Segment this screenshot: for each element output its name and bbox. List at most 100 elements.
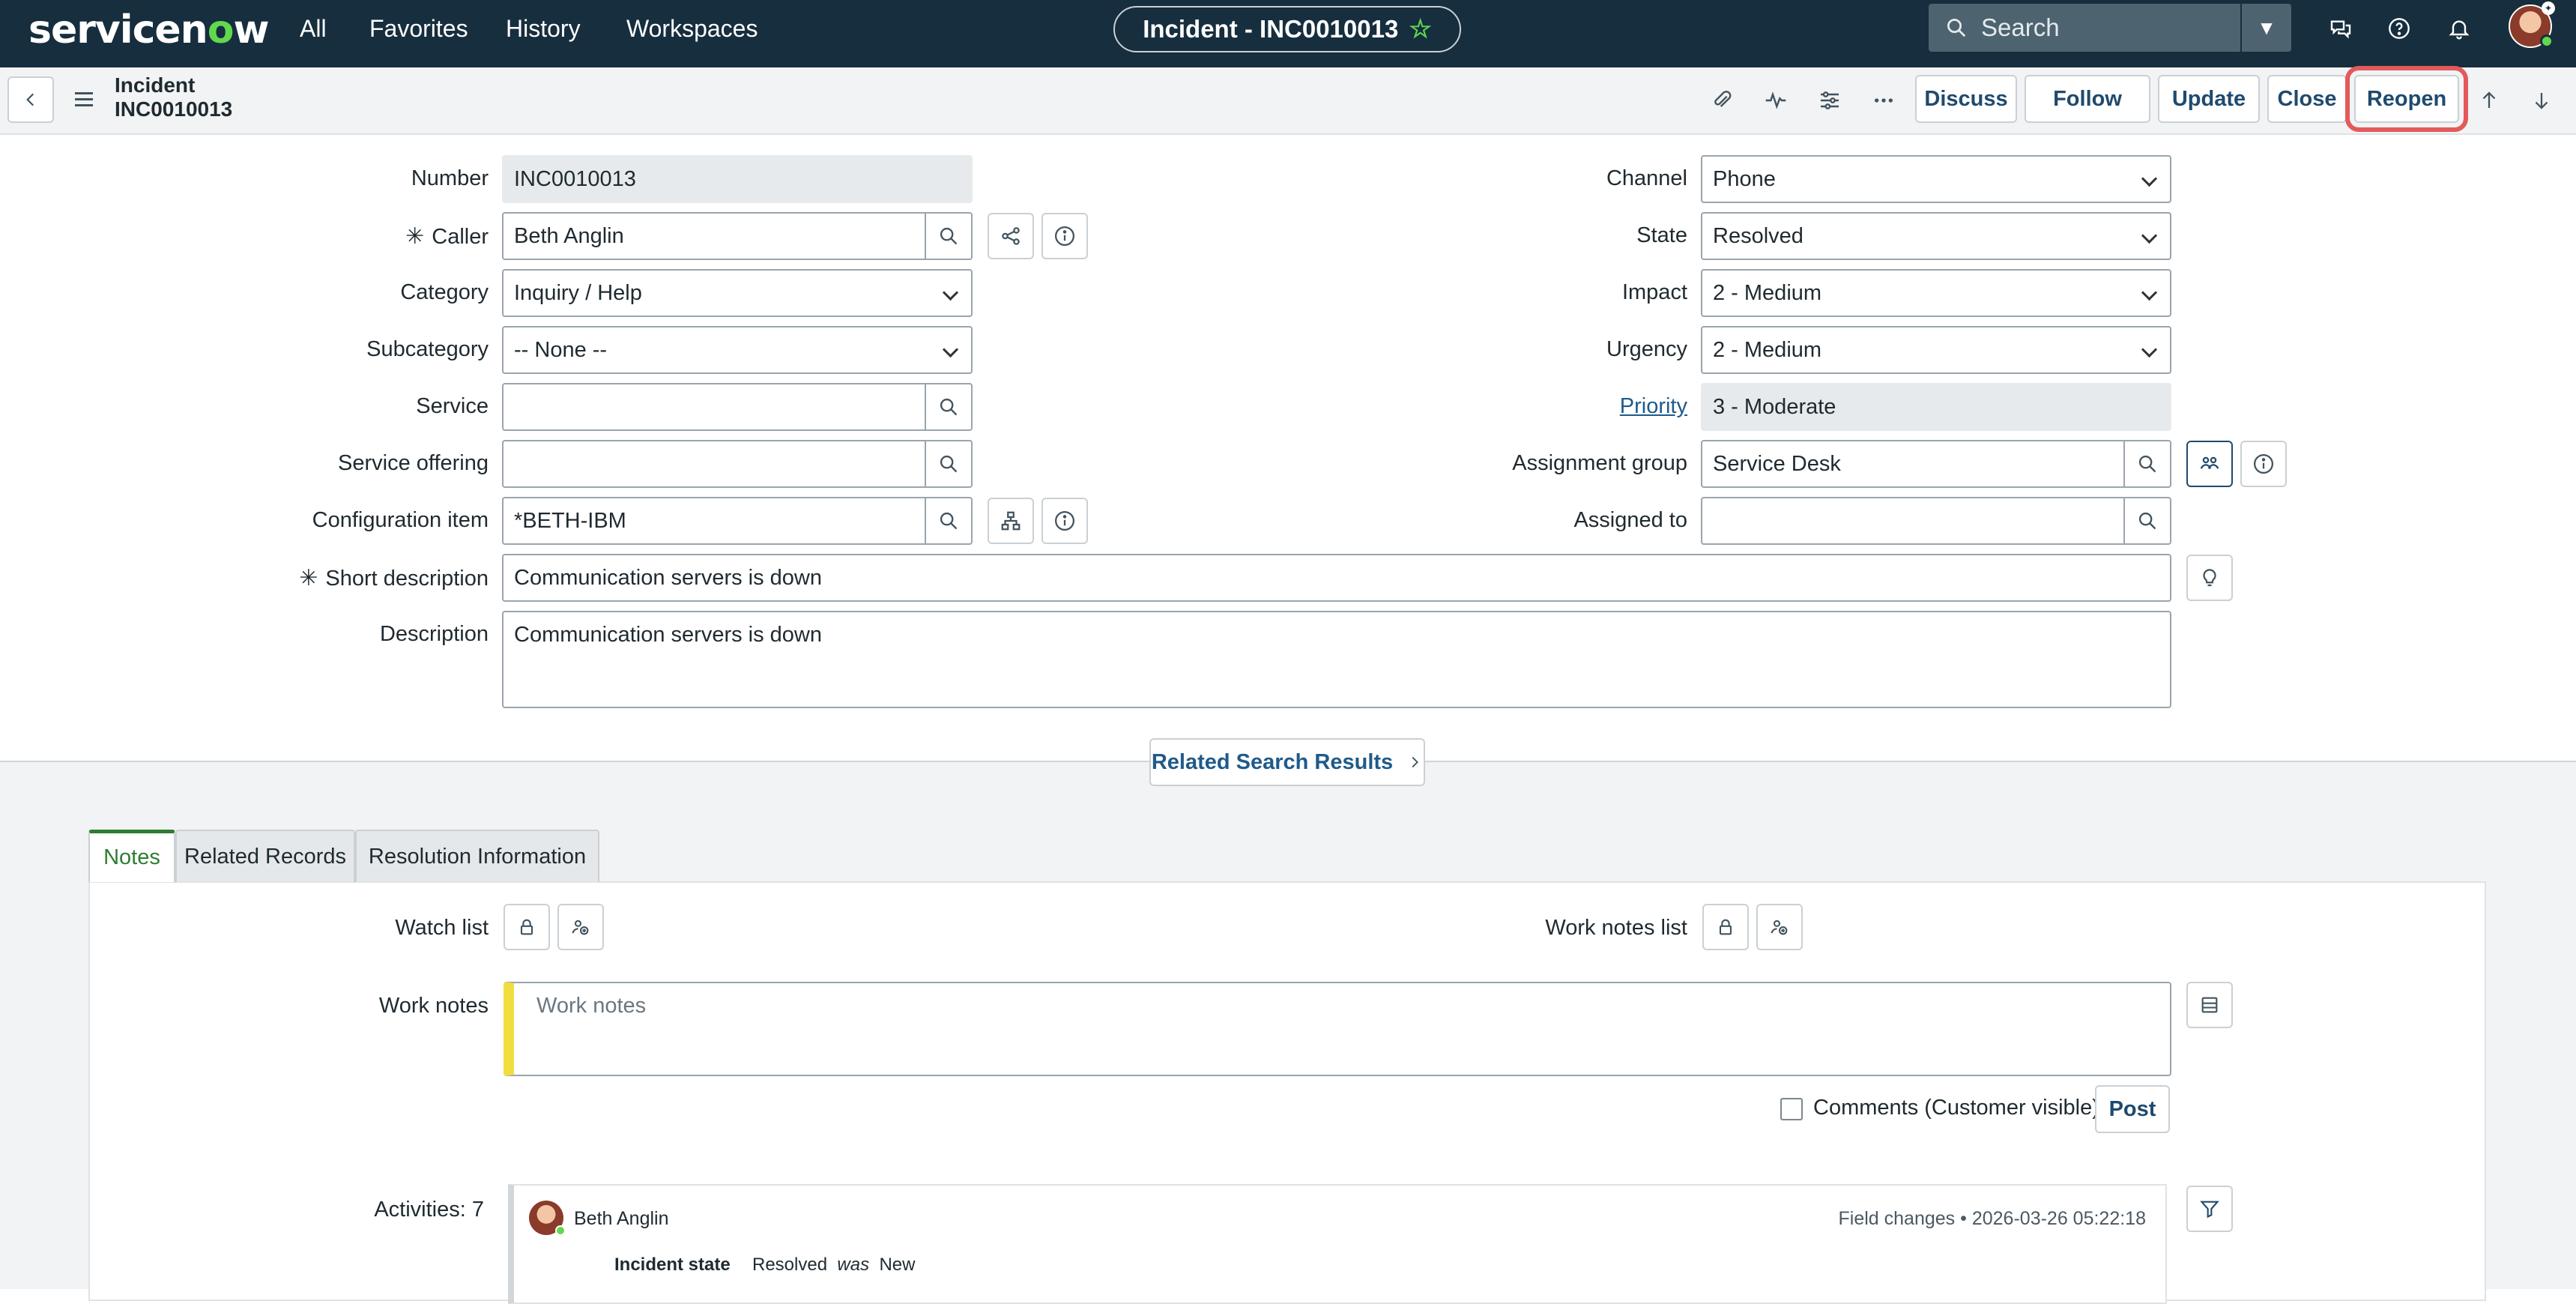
- channel-label: Channel: [1606, 166, 1687, 190]
- watch-list-label: Watch list: [395, 916, 489, 940]
- short-description-field[interactable]: Communication servers is down: [502, 554, 2171, 602]
- post-button[interactable]: Post: [2095, 1085, 2170, 1133]
- help-icon[interactable]: [2384, 13, 2414, 43]
- chevron-left-icon: [26, 93, 34, 106]
- activity-stream-icon[interactable]: [1758, 82, 1794, 118]
- search-scope-dropdown[interactable]: ▼: [2242, 4, 2291, 52]
- work-notes-list-add-me-icon[interactable]: [1756, 904, 1803, 950]
- nav-history[interactable]: History: [506, 15, 581, 43]
- description-label: Description: [379, 622, 489, 646]
- form-header: Incident INC0010013 Discuss Follow Update…: [0, 66, 2576, 135]
- related-search-results-button[interactable]: Related Search Results: [1149, 738, 1425, 786]
- favorite-star-icon[interactable]: ☆: [1409, 14, 1431, 44]
- caller-field[interactable]: Beth Anglin: [502, 212, 926, 260]
- subcategory-label: Subcategory: [366, 337, 489, 361]
- service-offering-field[interactable]: [502, 440, 926, 488]
- watch-list-add-me-icon[interactable]: [557, 904, 604, 950]
- watch-list-lock-icon[interactable]: [504, 904, 550, 950]
- tab-resolution-information[interactable]: Resolution Information: [355, 830, 599, 882]
- priority-link[interactable]: Priority: [1620, 394, 1687, 419]
- configuration-item-field[interactable]: *BETH-IBM: [502, 497, 926, 545]
- service-lookup-search-icon[interactable]: [926, 383, 973, 431]
- chevron-right-icon: [1412, 756, 1419, 768]
- service-field[interactable]: [502, 383, 926, 431]
- assignment-group-lookup-search-icon[interactable]: [2125, 440, 2171, 488]
- caller-label: ✳ Caller: [405, 224, 489, 249]
- online-status-icon: [555, 1225, 566, 1236]
- subcategory-select[interactable]: -- None --: [502, 326, 973, 374]
- configuration-item-info-icon[interactable]: [1041, 498, 1088, 544]
- nav-favorites[interactable]: Favorites: [369, 15, 468, 43]
- show-related-incidents-icon[interactable]: [988, 213, 1034, 259]
- caller-info-icon[interactable]: [1041, 213, 1088, 259]
- priority-field: 3 - Moderate: [1701, 383, 2171, 431]
- suggestion-lightbulb-icon[interactable]: [2186, 555, 2233, 601]
- short-description-label: ✳ Short description: [299, 566, 489, 591]
- journal-fields-toggle-icon[interactable]: [2186, 982, 2233, 1028]
- dependency-map-icon[interactable]: [988, 498, 1034, 544]
- previous-record-arrow-icon[interactable]: [2471, 82, 2507, 118]
- work-notes-list-lock-icon[interactable]: [1702, 904, 1749, 950]
- assignment-group-label: Assignment group: [1512, 451, 1687, 475]
- nav-workspaces[interactable]: Workspaces: [626, 15, 758, 43]
- impact-select[interactable]: 2 - Medium: [1701, 269, 2171, 317]
- required-icon: ✳: [299, 566, 318, 591]
- assigned-to-label: Assigned to: [1573, 508, 1687, 532]
- activity-meta: Field changes • 2026-03-26 05:22:18: [1838, 1208, 2146, 1229]
- caller-lookup-search-icon[interactable]: [926, 212, 973, 260]
- urgency-select[interactable]: 2 - Medium: [1701, 326, 2171, 374]
- work-notes-label: Work notes: [378, 994, 489, 1018]
- assigned-to-field[interactable]: [1701, 497, 2125, 545]
- discuss-button[interactable]: Discuss: [1915, 75, 2017, 123]
- search-icon: [1947, 19, 1966, 37]
- context-menu-icon[interactable]: [72, 90, 96, 111]
- category-label: Category: [400, 280, 489, 304]
- nav-all[interactable]: All: [300, 15, 327, 43]
- configuration-item-label: Configuration item: [312, 508, 489, 532]
- configuration-item-lookup-search-icon[interactable]: [926, 497, 973, 545]
- top-navigation-bar: servicenow All Favorites History Workspa…: [0, 0, 2576, 67]
- update-button[interactable]: Update: [2158, 75, 2260, 123]
- assignment-group-members-icon[interactable]: [2186, 441, 2233, 487]
- personalize-form-icon[interactable]: [1812, 82, 1848, 118]
- next-record-arrow-icon[interactable]: [2524, 82, 2560, 118]
- number-label: Number: [411, 166, 489, 190]
- state-select[interactable]: Resolved: [1701, 212, 2171, 260]
- number-field: INC0010013: [502, 155, 973, 203]
- notifications-bell-icon[interactable]: [2444, 13, 2474, 43]
- tab-notes[interactable]: Notes: [88, 830, 175, 882]
- reopen-button[interactable]: Reopen: [2345, 66, 2468, 132]
- activity-field-change: Resolved was New: [752, 1255, 916, 1275]
- attachment-icon[interactable]: [1704, 82, 1740, 118]
- service-offering-lookup-search-icon[interactable]: [926, 440, 973, 488]
- tab-related-records[interactable]: Related Records: [175, 830, 355, 882]
- back-button[interactable]: [7, 76, 54, 123]
- activities-count-label: Activities: 7: [374, 1198, 484, 1222]
- activity-field-name: Incident state: [614, 1255, 731, 1275]
- follow-button[interactable]: Follow: [2025, 75, 2150, 123]
- form-title: Incident INC0010013: [115, 73, 233, 121]
- required-icon: ✳: [405, 224, 425, 249]
- assignment-group-info-icon[interactable]: [2240, 441, 2287, 487]
- activity-entry: Beth Anglin Field changes • 2026-03-26 0…: [508, 1184, 2167, 1304]
- channel-select[interactable]: Phone: [1701, 155, 2171, 203]
- activity-filter-icon[interactable]: [2186, 1186, 2233, 1232]
- category-select[interactable]: Inquiry / Help: [502, 269, 973, 317]
- assigned-to-lookup-search-icon[interactable]: [2125, 497, 2171, 545]
- servicenow-logo[interactable]: servicenow: [28, 7, 269, 52]
- urgency-label: Urgency: [1606, 337, 1687, 361]
- global-search-input[interactable]: Search: [1929, 4, 2240, 52]
- description-textarea[interactable]: Communication servers is down: [502, 611, 2171, 708]
- more-options-icon[interactable]: [1866, 82, 1902, 118]
- service-offering-label: Service offering: [338, 451, 489, 475]
- assignment-group-field[interactable]: Service Desk: [1701, 440, 2125, 488]
- user-avatar[interactable]: ✦: [2509, 1, 2555, 48]
- work-notes-textarea[interactable]: Work notes: [504, 982, 2171, 1076]
- record-title-pill[interactable]: Incident - INC0010013 ☆: [1113, 6, 1461, 52]
- work-notes-list-label: Work notes list: [1545, 916, 1687, 940]
- close-button[interactable]: Close: [2267, 75, 2347, 123]
- activity-user-avatar: [529, 1201, 566, 1236]
- chat-icon[interactable]: [2326, 13, 2356, 43]
- comments-customer-visible-checkbox[interactable]: [1780, 1098, 1803, 1120]
- online-status-icon: [2540, 34, 2554, 48]
